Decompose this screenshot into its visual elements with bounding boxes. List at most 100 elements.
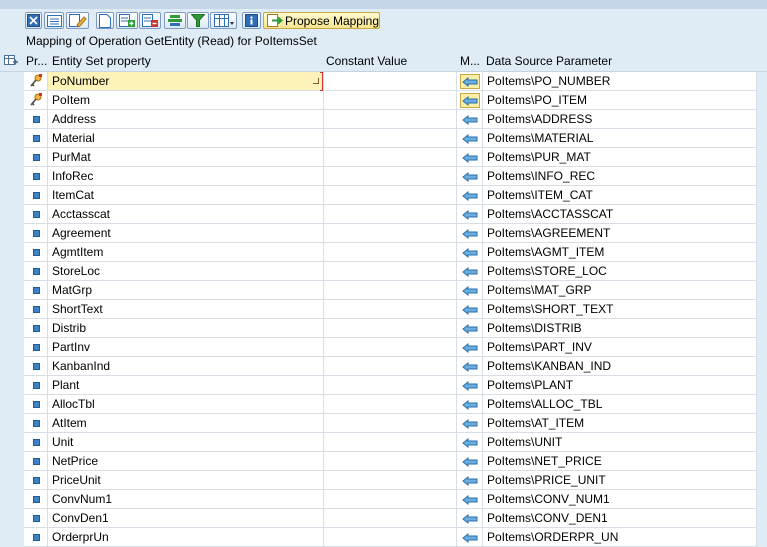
row-selector[interactable] (0, 357, 24, 376)
column-header-constant-value[interactable]: Constant Value (326, 52, 456, 71)
mapping-arrow-button[interactable] (460, 530, 480, 545)
mapping-arrow-button[interactable] (460, 207, 480, 222)
mapping-direction-cell[interactable] (457, 148, 483, 167)
entity-set-property-cell[interactable]: Plant (48, 376, 324, 395)
data-source-parameter-cell[interactable]: PoItems\ORDERPR_UN (483, 528, 757, 547)
entity-set-property-cell[interactable]: PartInv (48, 338, 324, 357)
new-doc-button[interactable] (96, 12, 114, 29)
value-help-icon[interactable] (313, 78, 319, 84)
mapping-arrow-button[interactable] (460, 169, 480, 184)
constant-value-cell[interactable] (324, 186, 457, 205)
mapping-direction-cell[interactable] (457, 167, 483, 186)
row-selector[interactable] (0, 91, 24, 110)
data-source-parameter-cell[interactable]: PoItems\MATERIAL (483, 129, 757, 148)
row-selector[interactable] (0, 509, 24, 528)
row-selector[interactable] (0, 243, 24, 262)
mapping-direction-cell[interactable] (457, 471, 483, 490)
data-source-parameter-cell[interactable]: PoItems\MAT_GRP (483, 281, 757, 300)
row-selector[interactable] (0, 148, 24, 167)
mapping-direction-cell[interactable] (457, 72, 483, 91)
constant-value-cell[interactable] (324, 452, 457, 471)
mapping-arrow-button[interactable] (460, 416, 480, 431)
row-selector[interactable] (0, 433, 24, 452)
data-source-parameter-cell[interactable]: PoItems\AGREEMENT (483, 224, 757, 243)
mapping-arrow-button[interactable] (460, 454, 480, 469)
data-source-parameter-cell[interactable]: PoItems\AGMT_ITEM (483, 243, 757, 262)
data-source-parameter-cell[interactable]: PoItems\PO_ITEM (483, 91, 757, 110)
mapping-direction-cell[interactable] (457, 433, 483, 452)
entity-set-property-cell[interactable]: PoNumber (48, 72, 324, 91)
column-settings-icon[interactable] (4, 53, 18, 72)
constant-value-cell[interactable] (324, 224, 457, 243)
constant-value-cell[interactable] (324, 338, 457, 357)
entity-set-property-cell[interactable]: StoreLoc (48, 262, 324, 281)
constant-value-cell[interactable] (324, 395, 457, 414)
data-source-parameter-cell[interactable]: PoItems\INFO_REC (483, 167, 757, 186)
table-row[interactable]: ConvDen1 PoItems\CONV_DEN1 (0, 509, 767, 528)
mapping-direction-cell[interactable] (457, 452, 483, 471)
row-selector[interactable] (0, 262, 24, 281)
mapping-arrow-button[interactable] (460, 397, 480, 412)
entity-set-property-cell[interactable]: ShortText (48, 300, 324, 319)
select-all-button[interactable] (25, 12, 42, 29)
table-row[interactable]: Distrib PoItems\DISTRIB (0, 319, 767, 338)
mapping-direction-cell[interactable] (457, 414, 483, 433)
data-source-parameter-cell[interactable]: PoItems\KANBAN_IND (483, 357, 757, 376)
table-row[interactable]: Plant PoItems\PLANT (0, 376, 767, 395)
mapping-arrow-button[interactable] (460, 435, 480, 450)
row-selector[interactable] (0, 414, 24, 433)
entity-set-property-cell[interactable]: Unit (48, 433, 324, 452)
entity-set-property-cell[interactable]: NetPrice (48, 452, 324, 471)
column-header-m[interactable]: M... (460, 52, 482, 71)
mapping-direction-cell[interactable] (457, 509, 483, 528)
data-source-parameter-cell[interactable]: PoItems\DISTRIB (483, 319, 757, 338)
mapping-arrow-button[interactable] (460, 245, 480, 260)
data-source-parameter-cell[interactable]: PoItems\ALLOC_TBL (483, 395, 757, 414)
row-selector[interactable] (0, 338, 24, 357)
table-row[interactable]: Agreement PoItems\AGREEMENT (0, 224, 767, 243)
table-row[interactable]: ItemCat PoItems\ITEM_CAT (0, 186, 767, 205)
row-selector[interactable] (0, 395, 24, 414)
table-row[interactable]: Unit PoItems\UNIT (0, 433, 767, 452)
mapping-direction-cell[interactable] (457, 528, 483, 547)
column-header-pr[interactable]: Pr... (26, 52, 48, 71)
mapping-arrow-button[interactable] (460, 511, 480, 526)
mapping-direction-cell[interactable] (457, 224, 483, 243)
info-button[interactable] (242, 12, 261, 29)
constant-value-cell[interactable] (324, 300, 457, 319)
mapping-direction-cell[interactable] (457, 395, 483, 414)
mapping-arrow-button[interactable] (460, 283, 480, 298)
mapping-direction-cell[interactable] (457, 281, 483, 300)
constant-value-cell[interactable] (324, 528, 457, 547)
row-selector[interactable] (0, 205, 24, 224)
mapping-arrow-button[interactable] (460, 112, 480, 127)
table-row[interactable]: KanbanInd PoItems\KANBAN_IND (0, 357, 767, 376)
mapping-arrow-button[interactable] (460, 131, 480, 146)
mapping-direction-cell[interactable] (457, 490, 483, 509)
table-row[interactable]: InfoRec PoItems\INFO_REC (0, 167, 767, 186)
row-selector[interactable] (0, 490, 24, 509)
mapping-direction-cell[interactable] (457, 376, 483, 395)
mapping-direction-cell[interactable] (457, 243, 483, 262)
entity-set-property-cell[interactable]: PurMat (48, 148, 324, 167)
table-row[interactable]: NetPrice PoItems\NET_PRICE (0, 452, 767, 471)
row-selector[interactable] (0, 281, 24, 300)
data-source-parameter-cell[interactable]: PoItems\UNIT (483, 433, 757, 452)
table-row[interactable]: MatGrp PoItems\MAT_GRP (0, 281, 767, 300)
table-row[interactable]: PurMat PoItems\PUR_MAT (0, 148, 767, 167)
data-source-parameter-cell[interactable]: PoItems\PO_NUMBER (483, 72, 757, 91)
entity-set-property-cell[interactable]: PoItem (48, 91, 324, 110)
mapping-arrow-button[interactable] (460, 188, 480, 203)
align-button[interactable] (164, 12, 186, 29)
constant-value-cell[interactable] (324, 319, 457, 338)
table-row[interactable]: PoItem PoItems\PO_ITEM (0, 91, 767, 110)
table-row[interactable]: OrderprUn PoItems\ORDERPR_UN (0, 528, 767, 547)
constant-value-cell[interactable] (324, 490, 457, 509)
mapping-arrow-button[interactable] (460, 378, 480, 393)
constant-value-cell[interactable] (324, 129, 457, 148)
entity-set-property-cell[interactable]: ConvDen1 (48, 509, 324, 528)
entity-set-property-cell[interactable]: MatGrp (48, 281, 324, 300)
data-source-parameter-cell[interactable]: PoItems\ITEM_CAT (483, 186, 757, 205)
table-row[interactable]: PartInv PoItems\PART_INV (0, 338, 767, 357)
row-selector[interactable] (0, 72, 24, 91)
